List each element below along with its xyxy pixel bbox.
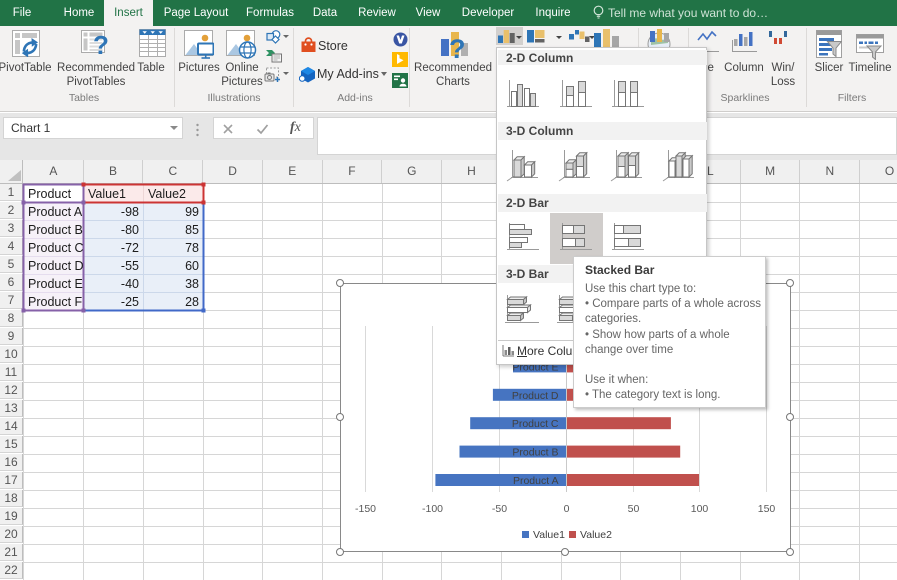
svg-text:-100: -100	[422, 503, 443, 515]
svg-text:?: ?	[449, 34, 466, 61]
svg-text:Value2: Value2	[580, 529, 612, 541]
svg-text:?: ?	[93, 30, 109, 60]
svg-text:100: 100	[691, 503, 709, 515]
svg-text:-150: -150	[355, 503, 376, 515]
svg-text:Product C: Product C	[512, 418, 559, 430]
svg-text:0: 0	[564, 503, 570, 515]
svg-text:150: 150	[758, 503, 776, 515]
svg-text:Product D: Product D	[512, 390, 559, 402]
svg-text:Product A: Product A	[513, 475, 559, 487]
svg-text:Product B: Product B	[512, 447, 558, 459]
svg-text:-50: -50	[492, 503, 507, 515]
svg-text:50: 50	[628, 503, 640, 515]
svg-text:Value1: Value1	[533, 529, 565, 541]
